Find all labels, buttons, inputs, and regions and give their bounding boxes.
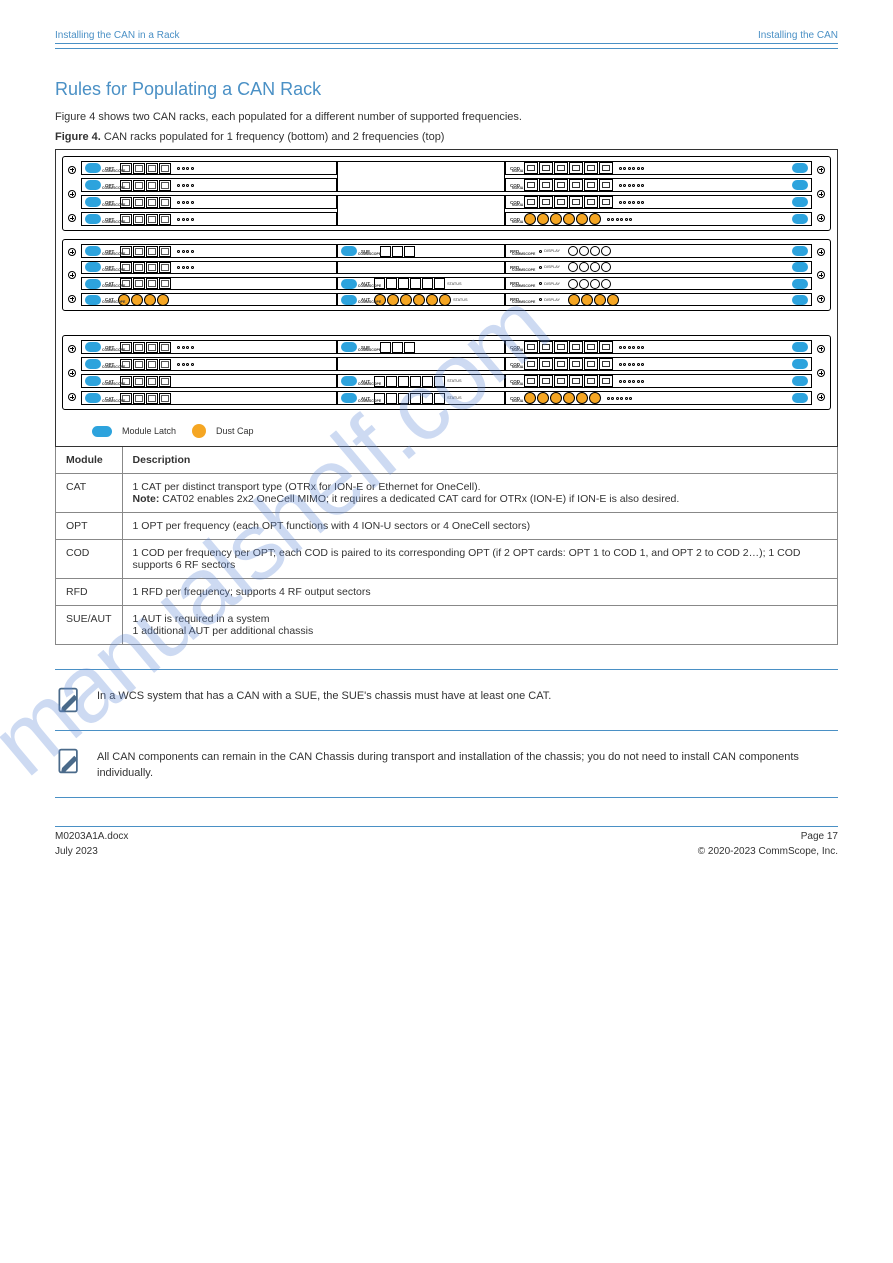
figure-legend: Module Latch Dust Cap: [62, 418, 831, 440]
table-row: RFD 1 RFD per frequency; supports 4 RF o…: [56, 579, 838, 606]
note-block: All CAN components can remain in the CAN…: [55, 747, 838, 781]
sue-card: SUECOMMSCOPE: [337, 340, 505, 354]
blank-slot: [337, 261, 505, 274]
aut-card: AUTSTATUSCOMMSCOPE: [337, 277, 505, 290]
header-left: Installing the CAN in a Rack: [55, 30, 180, 41]
cod-card: CODNOKIA: [505, 340, 812, 354]
opt-card: OPT COMMSCOPE: [81, 212, 337, 226]
blank-slot: [337, 357, 505, 371]
blank-slot: [337, 161, 505, 192]
cod-card: COD NOKIA: [505, 195, 812, 209]
aut-card: AUTSTATUSCOMMSCOPE: [337, 374, 505, 388]
cat-card: CATCOMMSCOPE: [81, 374, 337, 388]
note-text: In a WCS system that has a CAN with a SU…: [97, 686, 551, 704]
note-block: In a WCS system that has a CAN with a SU…: [55, 686, 838, 714]
legend-swatch-blue: [92, 426, 112, 437]
figure-caption: Figure 4. CAN racks populated for 1 freq…: [55, 131, 838, 143]
table-row: SUE/AUT 1 AUT is required in a system 1 …: [56, 606, 838, 645]
chassis-top-1: FANS OPT COMMSCOPE OPT COMMSCOPE OPT COM…: [62, 156, 831, 231]
header-right: Installing the CAN: [758, 30, 838, 41]
cat-card: CATCOMMSCOPE: [81, 277, 337, 290]
cod-card: CODNOKIA: [505, 357, 812, 371]
figure-box: manualshelf.com FANS OPT COMMSCOPE OPT C…: [55, 149, 838, 447]
legend-blue-label: Module Latch: [122, 426, 176, 436]
footer-doc: M0203A1A.docx: [55, 831, 128, 842]
blank-slot: [337, 195, 505, 226]
section-title: Rules for Populating a CAN Rack: [55, 79, 838, 100]
page-footer: M0203A1A.docx Page 17 July 2023 © 2020-2…: [55, 826, 838, 857]
rfd-card: RFDDISPLAYCOMMSCOPE: [505, 277, 812, 290]
chassis-top-2: FANS OPTCOMMSCOPE OPTCOMMSCOPE CATCOMMSC…: [62, 239, 831, 311]
note-text: All CAN components can remain in the CAN…: [97, 747, 838, 781]
table-row: OPT 1 OPT per frequency (each OPT functi…: [56, 513, 838, 540]
cod-card: CODNOKIA: [505, 374, 812, 388]
rfd-card: RFDDISPLAYCOMMSCOPE: [505, 261, 812, 274]
cat-card-dustcap: CATCOMMSCOPE: [81, 293, 337, 306]
cod-card-dustcap: COD NOKIA: [505, 212, 812, 226]
cod-card-dustcap: CODNOKIA: [505, 391, 812, 405]
opt-card: OPT COMMSCOPE: [81, 195, 337, 209]
table-header-desc: Description: [122, 447, 837, 474]
cat-card: CATCOMMSCOPE: [81, 391, 337, 405]
opt-card: OPTCOMMSCOPE: [81, 261, 337, 274]
legend-swatch-orange: [192, 424, 206, 438]
opt-card: OPT COMMSCOPE: [81, 178, 337, 192]
cod-card: COD NOKIA: [505, 178, 812, 192]
rfd-card: RFDDISPLAYCOMMSCOPE: [505, 244, 812, 257]
cod-card: COD NOKIA: [505, 161, 812, 175]
table-row: COD 1 COD per frequency per OPT; each CO…: [56, 540, 838, 579]
legend-orange-label: Dust Cap: [216, 426, 254, 436]
opt-card: OPT COMMSCOPE: [81, 161, 337, 175]
opt-card: OPTCOMMSCOPE: [81, 244, 337, 257]
sue-card: SUECOMMSCOPE: [337, 244, 505, 257]
footer-date: July 2023: [55, 846, 98, 857]
intro-text: Figure 4 shows two CAN racks, each popul…: [55, 110, 838, 125]
aut-card-dustcap: AUTSTATUSCOMMSCOPE: [337, 293, 505, 306]
note-icon: [55, 747, 83, 775]
footer-page: Page 17: [801, 831, 838, 842]
table-header-module: Module: [56, 447, 123, 474]
rfd-card-dustcap: RFDDISPLAYCOMMSCOPE: [505, 293, 812, 306]
page-header: Installing the CAN in a Rack Installing …: [55, 30, 838, 49]
module-table: Module Description CAT 1 CAT per distinc…: [55, 446, 838, 645]
aut-card: AUTSTATUSCOMMSCOPE: [337, 391, 505, 405]
opt-card: OPTCOMMSCOPE: [81, 357, 337, 371]
chassis-bottom: FANS OPTCOMMSCOPE OPTCOMMSCOPE CATCOMMSC…: [62, 335, 831, 410]
note-icon: [55, 686, 83, 714]
footer-copyright: © 2020-2023 CommScope, Inc.: [698, 846, 838, 857]
opt-card: OPTCOMMSCOPE: [81, 340, 337, 354]
table-row: CAT 1 CAT per distinct transport type (O…: [56, 474, 838, 513]
